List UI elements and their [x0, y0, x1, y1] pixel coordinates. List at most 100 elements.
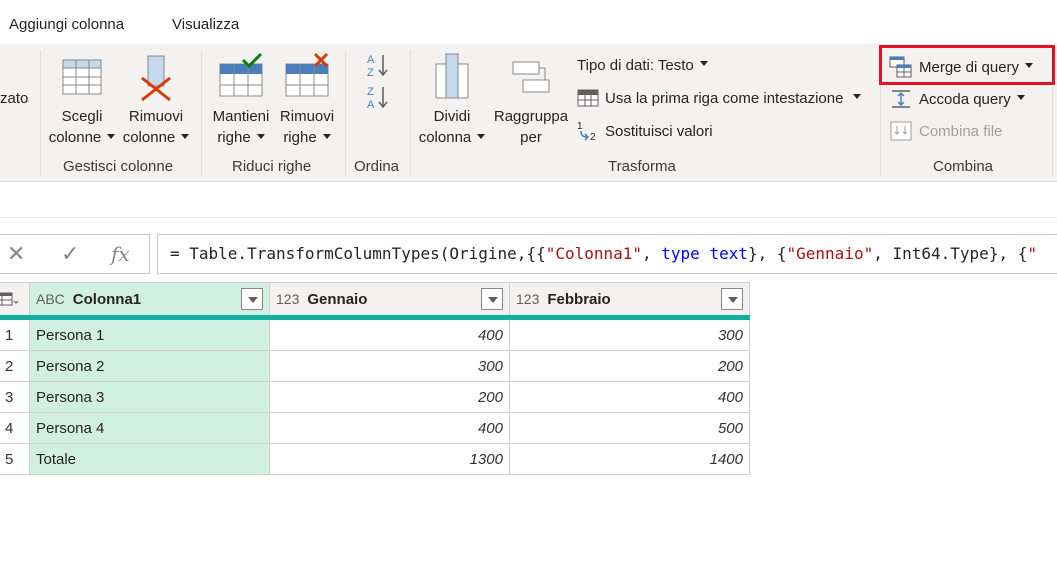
rimuovi-col-label-2: colonne [122, 129, 176, 146]
keep-rows-icon [219, 52, 263, 97]
chevron-down-icon [256, 133, 265, 139]
separator [201, 50, 202, 176]
column-name: Colonna1 [72, 290, 142, 308]
rimuovi-righe-label-1: Rimuovi [279, 108, 335, 125]
cell-gennaio[interactable]: 400 [270, 413, 510, 444]
cell-colonna1[interactable]: Totale [30, 444, 270, 475]
combine-files-icon [890, 121, 912, 141]
tipo-dati-label: Tipo di dati: Testo [577, 57, 694, 74]
replace-values-icon: 1 2 [577, 121, 596, 142]
scegli-label-1: Scegli [61, 108, 103, 125]
append-query-icon [892, 90, 910, 108]
formula-controls: ✕ ✓ fx [0, 234, 150, 274]
cell-colonna1[interactable]: Persona 2 [30, 351, 270, 382]
row-number: 4 [0, 413, 30, 444]
cell-febbraio[interactable]: 400 [510, 382, 750, 413]
chevron-down-icon [699, 61, 708, 66]
raggruppa-per-button[interactable]: Raggruppa per [490, 52, 572, 148]
chevron-down-icon [322, 133, 331, 139]
cell-febbraio[interactable]: 500 [510, 413, 750, 444]
svg-text:1: 1 [577, 121, 583, 132]
row-number: 3 [0, 382, 30, 413]
mantieni-label-1: Mantieni [212, 108, 270, 125]
dividi-colonna-button[interactable]: Dividi colonna [416, 52, 488, 148]
remove-rows-icon [285, 52, 329, 97]
column-header-gennaio[interactable]: 123 Gennaio [270, 282, 510, 315]
sort-descending-icon[interactable]: Z A [366, 84, 390, 110]
text-type-icon[interactable]: ABC [36, 291, 65, 307]
cell-colonna1[interactable]: Persona 4 [30, 413, 270, 444]
column-name: Gennaio [307, 290, 368, 308]
rimuovi-righe-button[interactable]: Rimuovi righe [275, 52, 339, 148]
chevron-down-icon [477, 133, 486, 139]
group-label-combina: Combina [933, 158, 994, 175]
cut-off-label: zato [0, 90, 29, 107]
cell-colonna1[interactable]: Persona 3 [30, 382, 270, 413]
tab-aggiungi-colonna[interactable]: Aggiungi colonna [9, 16, 124, 33]
table-icon [0, 292, 19, 306]
formula-string: " [1027, 244, 1037, 263]
accoda-query-button[interactable]: Accoda query [889, 88, 1025, 110]
cell-febbraio[interactable]: 300 [510, 320, 750, 351]
fx-icon[interactable]: fx [111, 242, 130, 266]
row-number: 1 [0, 320, 30, 351]
chevron-down-icon [1016, 94, 1025, 100]
rimuovi-col-label-1: Rimuovi [128, 108, 184, 125]
combina-file-button[interactable]: Combina file [889, 120, 1002, 142]
mantieni-righe-button[interactable]: Mantieni righe [207, 52, 275, 148]
svg-text:A: A [367, 99, 375, 110]
combina-file-label: Combina file [919, 122, 1003, 140]
chevron-down-icon [853, 93, 862, 99]
formula-part [700, 244, 710, 263]
integer-type-icon[interactable]: 123 [516, 291, 539, 307]
column-header-febbraio[interactable]: 123 Febbraio [510, 282, 750, 315]
cell-gennaio[interactable]: 1300 [270, 444, 510, 475]
split-column-icon [435, 53, 469, 99]
formula-string: "Colonna1" [545, 244, 643, 263]
prima-riga-intestazione-button[interactable]: Usa la prima riga come intestazione [577, 88, 862, 108]
formula-keyword: type [661, 244, 700, 263]
confirm-icon[interactable]: ✓ [61, 241, 79, 267]
sort-ascending-icon[interactable]: A Z [366, 52, 390, 78]
cell-gennaio[interactable]: 300 [270, 351, 510, 382]
menu-tabs: Aggiungi colonna Visualizza [0, 0, 1057, 44]
column-header-colonna1[interactable]: ABC Colonna1 [30, 282, 270, 315]
raggruppa-label-1: Raggruppa [493, 108, 569, 125]
integer-type-icon[interactable]: 123 [276, 291, 299, 307]
formula-string: "Gennaio" [786, 244, 874, 263]
cell-colonna1[interactable]: Persona 1 [30, 320, 270, 351]
raggruppa-label-2: per [520, 129, 542, 146]
merge-query-highlight [879, 45, 1055, 85]
cell-gennaio[interactable]: 200 [270, 382, 510, 413]
svg-text:Z: Z [367, 67, 374, 78]
chevron-down-icon [181, 133, 190, 139]
group-label-riduci: Riduci righe [232, 158, 312, 175]
column-filter-dropdown[interactable] [721, 288, 743, 310]
formula-input[interactable]: = Table.TransformColumnTypes(Origine,{{"… [157, 234, 1057, 274]
row-number: 2 [0, 351, 30, 382]
svg-text:Z: Z [367, 86, 374, 98]
column-filter-dropdown[interactable] [481, 288, 503, 310]
column-filter-dropdown[interactable] [241, 288, 263, 310]
svg-text:2: 2 [590, 132, 596, 142]
group-label-gestisci: Gestisci colonne [63, 158, 174, 175]
group-label-ordina: Ordina [354, 158, 400, 175]
cell-gennaio[interactable]: 400 [270, 320, 510, 351]
svg-text:A: A [367, 54, 375, 66]
mantieni-label-2: righe [217, 129, 251, 146]
tab-visualizza[interactable]: Visualizza [172, 16, 239, 33]
chevron-down-icon [107, 133, 116, 139]
accoda-query-label: Accoda query [919, 90, 1011, 108]
formula-keyword: text [709, 244, 748, 263]
column-name: Febbraio [547, 290, 611, 308]
sostituisci-label: Sostituisci valori [605, 122, 713, 140]
cell-febbraio[interactable]: 1400 [510, 444, 750, 475]
table-menu-button[interactable] [0, 282, 30, 315]
choose-columns-icon [62, 59, 102, 95]
sostituisci-valori-button[interactable]: 1 2 Sostituisci valori [577, 120, 713, 142]
cancel-icon[interactable]: ✕ [7, 241, 25, 267]
scegli-colonne-button[interactable]: Scegli colonne [46, 52, 118, 148]
rimuovi-colonne-button[interactable]: Rimuovi colonne [120, 52, 192, 148]
cell-febbraio[interactable]: 200 [510, 351, 750, 382]
tipo-dati-dropdown[interactable]: Tipo di dati: Testo [577, 57, 708, 74]
